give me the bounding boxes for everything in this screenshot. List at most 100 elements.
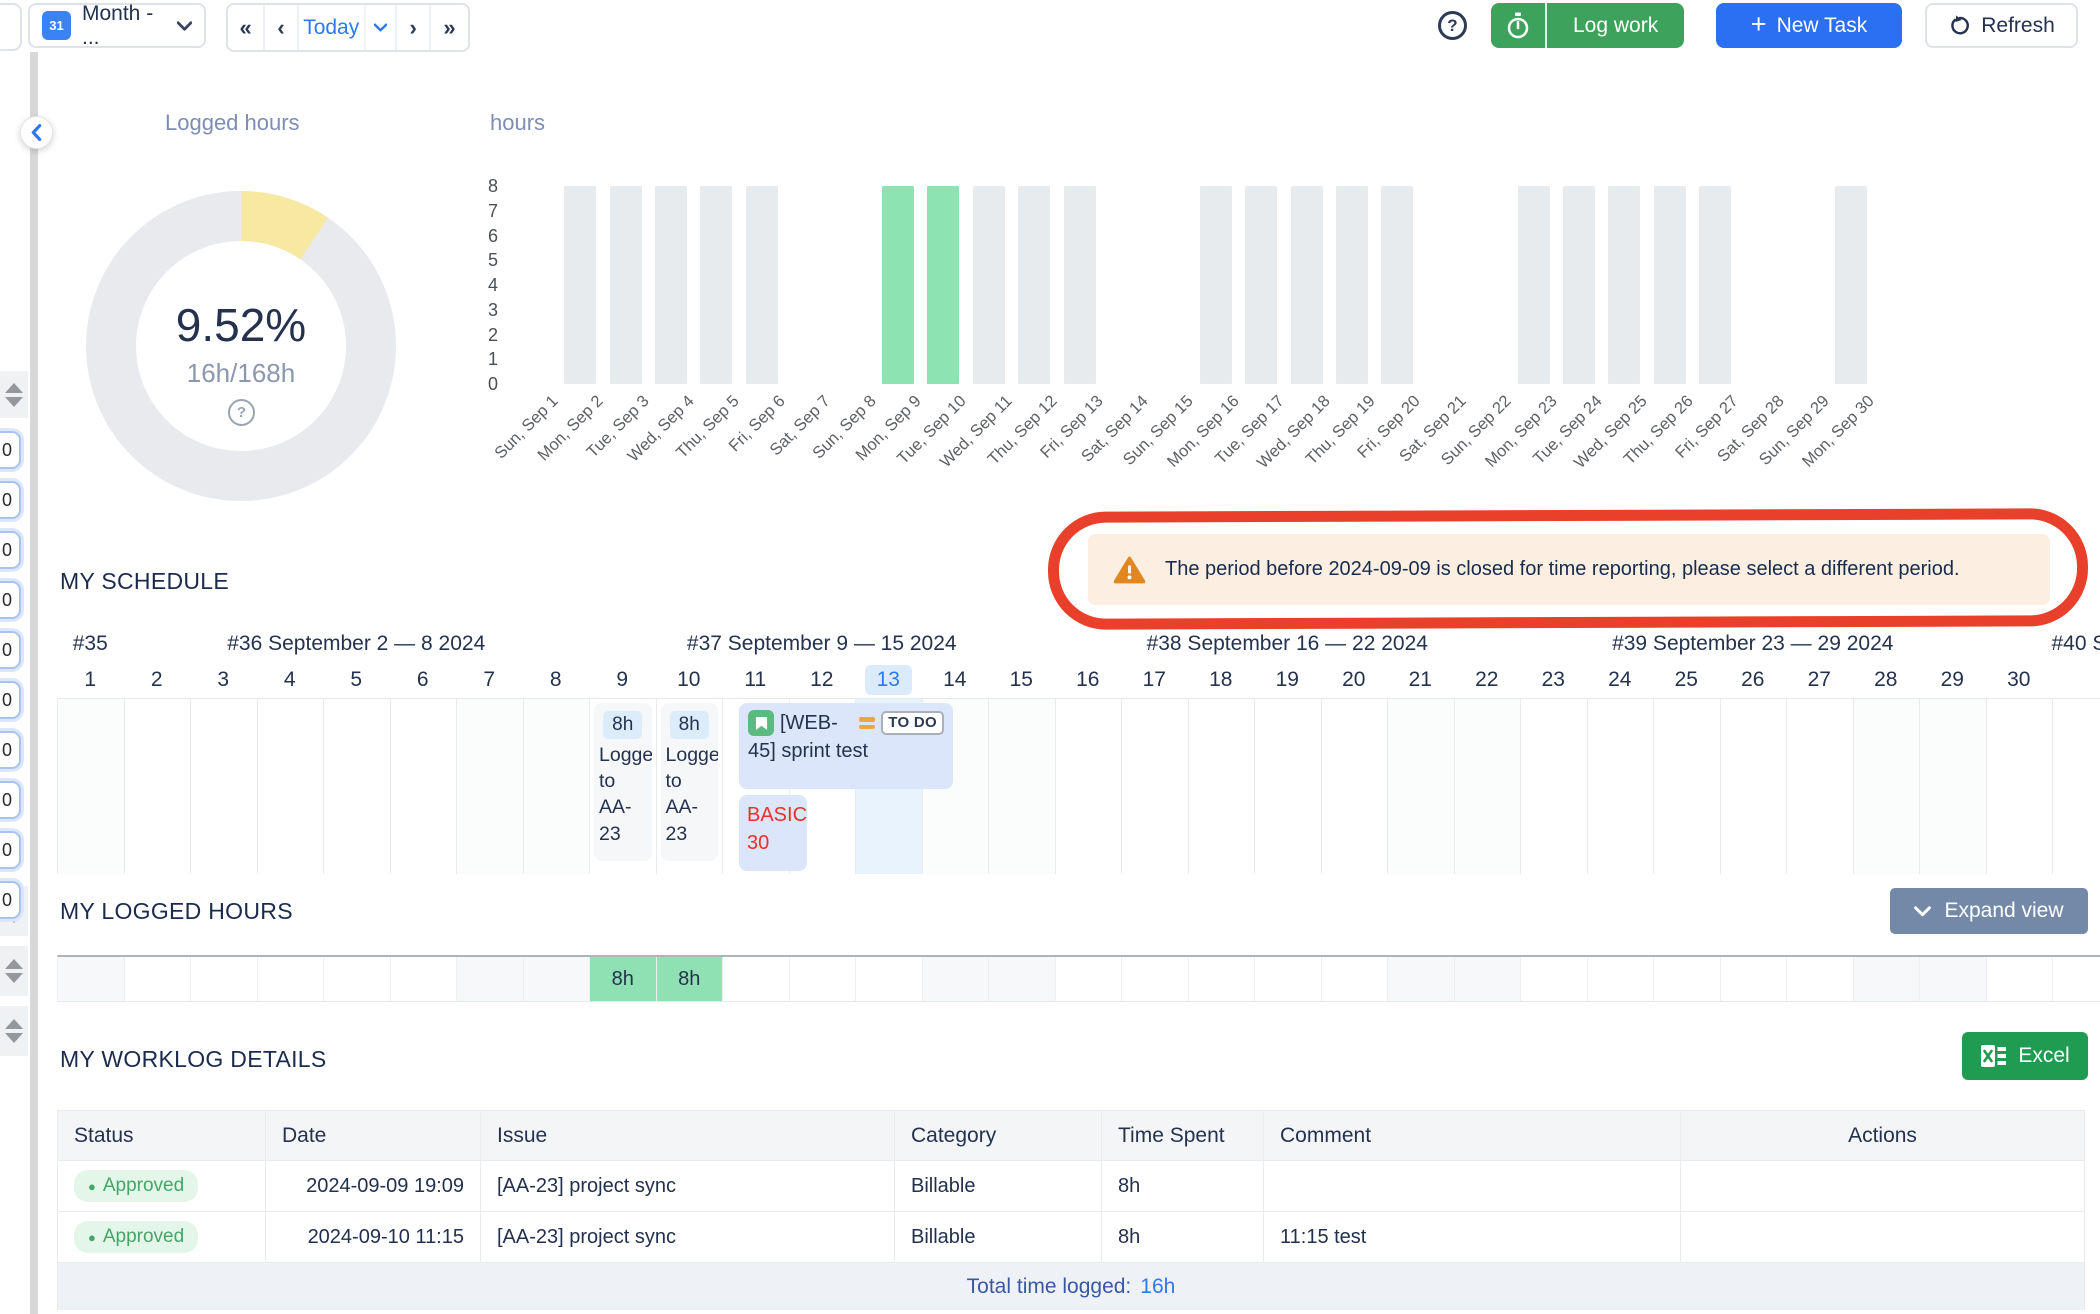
task-key-text: [WEB- <box>780 712 838 735</box>
schedule-day-cell[interactable] <box>1588 699 1655 874</box>
plus-icon: + <box>1751 9 1767 40</box>
expand-view-button[interactable]: Expand view <box>1890 888 2088 934</box>
previous-period-button[interactable]: ‹ <box>263 5 297 50</box>
cutoff-chip[interactable]: 0 <box>0 731 21 769</box>
schedule-day-cell[interactable] <box>1521 699 1588 874</box>
logged-hours-cell <box>524 957 591 1001</box>
worklog-cell-date: 2024-09-10 11:15 <box>266 1212 481 1263</box>
cutoff-chip[interactable]: 0 <box>0 431 21 469</box>
logged-hours-cell <box>125 957 192 1001</box>
day-number: 21 <box>1387 662 1454 698</box>
logged-hours-cell <box>391 957 458 1001</box>
day-number: 13 <box>855 662 922 698</box>
schedule-day-cell[interactable] <box>1122 699 1189 874</box>
schedule-day-cell[interactable] <box>1721 699 1788 874</box>
sort-handle[interactable] <box>0 1006 28 1056</box>
sort-down-icon <box>5 397 23 407</box>
period-selector-dropdown[interactable]: 31 Month - ... <box>28 3 206 48</box>
logged-hours-cell[interactable]: 8h <box>590 957 657 1001</box>
logged-hours-cell[interactable]: 8h <box>657 957 724 1001</box>
schedule-day-cell[interactable] <box>1255 699 1322 874</box>
schedule-day-cell[interactable] <box>1787 699 1854 874</box>
worklog-cell-comment <box>1264 1161 1681 1212</box>
schedule-day-cell[interactable] <box>1920 699 1987 874</box>
bar <box>1518 186 1550 384</box>
help-icon[interactable]: ? <box>1438 11 1467 40</box>
day-number: 11 <box>722 662 789 698</box>
schedule-day-cell[interactable] <box>1189 699 1256 874</box>
schedule-day-cell[interactable] <box>324 699 391 874</box>
schedule-day-cell[interactable] <box>258 699 325 874</box>
schedule-day-cell[interactable] <box>58 699 125 874</box>
week-header-label: #36 September 2 — 8 2024 <box>227 628 485 662</box>
schedule-day-cell[interactable] <box>391 699 458 874</box>
donut-help-icon[interactable]: ? <box>228 399 255 426</box>
schedule-day-cell[interactable] <box>1654 699 1721 874</box>
schedule-day-cell[interactable] <box>1455 699 1522 874</box>
y-axis-tick-label: 6 <box>458 224 498 248</box>
day-number: 6 <box>390 662 457 698</box>
refresh-button[interactable]: Refresh <box>1925 3 2078 48</box>
excel-icon <box>1980 1043 2008 1069</box>
logged-hours-cell <box>1255 957 1322 1001</box>
column-header: Comment <box>1264 1111 1681 1161</box>
schedule-day-cell[interactable] <box>524 699 591 874</box>
day-number: 25 <box>1653 662 1720 698</box>
sort-handle[interactable] <box>0 946 28 996</box>
cutoff-chip[interactable]: 0 <box>0 631 21 669</box>
first-period-button[interactable]: « <box>228 5 263 50</box>
day-number: 1 <box>57 662 124 698</box>
column-header: Date <box>266 1111 481 1161</box>
day-number: 22 <box>1454 662 1521 698</box>
schedule-day-cell[interactable] <box>1388 699 1455 874</box>
column-header: Status <box>58 1111 266 1161</box>
schedule-task-card[interactable]: [WEB-TO DO45] sprint test <box>739 703 953 789</box>
collapse-panel-button[interactable] <box>20 116 53 149</box>
logged-hours-cell <box>790 957 857 1001</box>
day-number: 15 <box>988 662 1055 698</box>
schedule-day-cell[interactable] <box>1322 699 1389 874</box>
status-badge: ●Approved <box>74 1170 198 1202</box>
y-axis-tick-label: 5 <box>458 248 498 272</box>
y-axis-tick-label: 8 <box>458 174 498 198</box>
cutoff-chip[interactable]: 0 <box>0 831 21 869</box>
cutoff-chip[interactable]: 0 <box>0 581 21 619</box>
start-timer-button[interactable] <box>1491 3 1547 48</box>
schedule-worklog-card[interactable]: 8hLogge to AA- 23 <box>661 703 719 861</box>
cutoff-chip[interactable]: 0 <box>0 681 21 719</box>
cutoff-chip[interactable]: 0 <box>0 481 21 519</box>
schedule-worklog-card[interactable]: 8hLogge to AA- 23 <box>594 703 652 861</box>
schedule-day-cell[interactable] <box>1987 699 2054 874</box>
logged-hours-cell <box>1189 957 1256 1001</box>
last-period-button[interactable]: » <box>429 5 468 50</box>
new-task-button[interactable]: + New Task <box>1716 3 1902 48</box>
sort-handle[interactable] <box>0 371 28 418</box>
log-work-button[interactable]: Log work <box>1491 3 1684 48</box>
worklog-card-text: Logge to AA- 23 <box>599 744 652 845</box>
schedule-day-cell[interactable] <box>191 699 258 874</box>
y-axis-tick-label: 0 <box>458 372 498 396</box>
schedule-day-cell[interactable] <box>989 699 1056 874</box>
schedule-day-cell[interactable] <box>125 699 192 874</box>
expand-view-label: Expand view <box>1944 899 2063 923</box>
cutoff-chip[interactable]: 0 <box>0 531 21 569</box>
chevron-down-icon <box>374 23 387 32</box>
schedule-category-card[interactable]: BASIC 30 <box>739 795 807 871</box>
schedule-day-cell[interactable] <box>1854 699 1921 874</box>
priority-medium-icon <box>859 717 875 729</box>
schedule-day-cell[interactable] <box>457 699 524 874</box>
today-dropdown-button[interactable] <box>364 5 396 50</box>
week-header-label: #38 September 16 — 22 2024 <box>1147 628 1428 662</box>
worklog-cell-category: Billable <box>895 1212 1102 1263</box>
schedule-day-cell[interactable] <box>1056 699 1123 874</box>
cutoff-chip[interactable]: 0 <box>0 781 21 819</box>
bar <box>564 186 596 384</box>
logged-hours-cell <box>258 957 325 1001</box>
next-period-button[interactable]: › <box>395 5 429 50</box>
logged-hours-cell <box>58 957 125 1001</box>
cutoff-chip[interactable]: 0 <box>0 881 21 919</box>
today-button[interactable]: Today <box>297 5 364 50</box>
bar-chart-title: hours <box>490 110 545 136</box>
week-header-label: #40 S <box>2052 628 2100 662</box>
export-excel-button[interactable]: Excel <box>1962 1032 2088 1080</box>
